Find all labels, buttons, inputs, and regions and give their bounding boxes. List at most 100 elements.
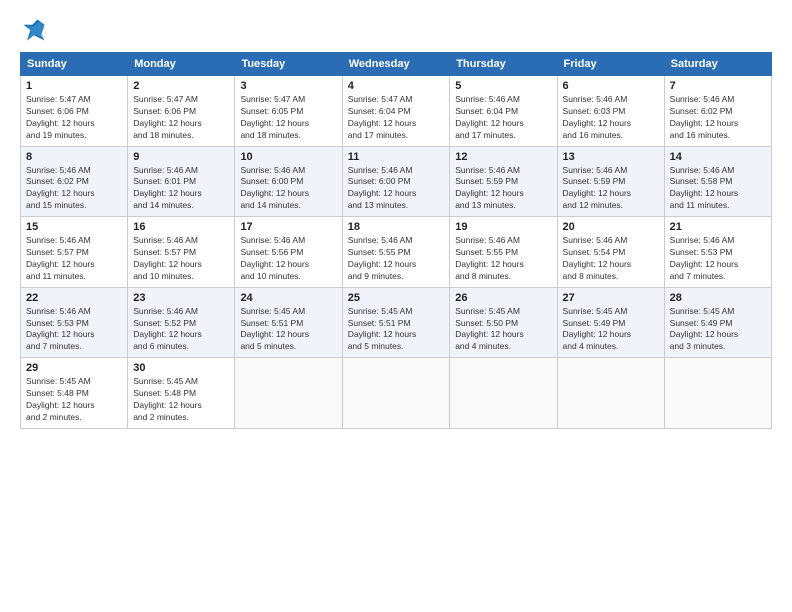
day-detail: Sunrise: 5:46 AM Sunset: 5:55 PM Dayligh… [455,235,551,283]
day-number: 16 [133,221,229,233]
day-number: 21 [670,221,766,233]
calendar-week-2: 8 Sunrise: 5:46 AM Sunset: 6:02 PM Daylig… [21,146,772,217]
day-detail: Sunrise: 5:45 AM Sunset: 5:49 PM Dayligh… [563,306,659,354]
day-number: 28 [670,292,766,304]
page-container: SundayMondayTuesdayWednesdayThursdayFrid… [0,0,792,439]
day-detail: Sunrise: 5:46 AM Sunset: 5:54 PM Dayligh… [563,235,659,283]
col-header-saturday: Saturday [664,53,771,76]
header [20,16,772,44]
day-detail: Sunrise: 5:47 AM Sunset: 6:04 PM Dayligh… [348,94,445,142]
calendar-cell: 21 Sunrise: 5:46 AM Sunset: 5:53 PM Dayli… [664,217,771,288]
calendar-cell: 28 Sunrise: 5:45 AM Sunset: 5:49 PM Dayli… [664,287,771,358]
day-detail: Sunrise: 5:46 AM Sunset: 5:52 PM Dayligh… [133,306,229,354]
calendar-cell: 12 Sunrise: 5:46 AM Sunset: 5:59 PM Dayli… [450,146,557,217]
calendar-cell [557,358,664,429]
day-number: 19 [455,221,551,233]
calendar-cell: 27 Sunrise: 5:45 AM Sunset: 5:49 PM Dayli… [557,287,664,358]
col-header-monday: Monday [128,53,235,76]
calendar-cell: 16 Sunrise: 5:46 AM Sunset: 5:57 PM Dayli… [128,217,235,288]
calendar-week-3: 15 Sunrise: 5:46 AM Sunset: 5:57 PM Dayli… [21,217,772,288]
day-number: 20 [563,221,659,233]
day-detail: Sunrise: 5:45 AM Sunset: 5:49 PM Dayligh… [670,306,766,354]
day-detail: Sunrise: 5:47 AM Sunset: 6:05 PM Dayligh… [240,94,336,142]
day-detail: Sunrise: 5:45 AM Sunset: 5:51 PM Dayligh… [348,306,445,354]
day-detail: Sunrise: 5:46 AM Sunset: 5:58 PM Dayligh… [670,165,766,213]
day-number: 23 [133,292,229,304]
day-detail: Sunrise: 5:45 AM Sunset: 5:51 PM Dayligh… [240,306,336,354]
calendar-cell: 14 Sunrise: 5:46 AM Sunset: 5:58 PM Dayli… [664,146,771,217]
day-number: 5 [455,80,551,92]
day-detail: Sunrise: 5:46 AM Sunset: 5:53 PM Dayligh… [670,235,766,283]
day-number: 15 [26,221,122,233]
day-number: 1 [26,80,122,92]
day-detail: Sunrise: 5:46 AM Sunset: 5:55 PM Dayligh… [348,235,445,283]
calendar-cell: 19 Sunrise: 5:46 AM Sunset: 5:55 PM Dayli… [450,217,557,288]
day-detail: Sunrise: 5:47 AM Sunset: 6:06 PM Dayligh… [26,94,122,142]
calendar-cell: 7 Sunrise: 5:46 AM Sunset: 6:02 PM Daylig… [664,76,771,147]
day-number: 12 [455,151,551,163]
day-number: 24 [240,292,336,304]
calendar-cell: 30 Sunrise: 5:45 AM Sunset: 5:48 PM Dayli… [128,358,235,429]
day-number: 2 [133,80,229,92]
logo [20,16,52,44]
calendar-cell: 26Sunrise: 5:45 AM Sunset: 5:50 PM Dayli… [450,287,557,358]
col-header-tuesday: Tuesday [235,53,342,76]
calendar-cell [342,358,450,429]
day-detail: Sunrise: 5:47 AM Sunset: 6:06 PM Dayligh… [133,94,229,142]
calendar-cell: 11Sunrise: 5:46 AM Sunset: 6:00 PM Dayli… [342,146,450,217]
logo-icon [20,16,48,44]
day-number: 30 [133,362,229,374]
day-number: 9 [133,151,229,163]
calendar-cell: 3 Sunrise: 5:47 AM Sunset: 6:05 PM Daylig… [235,76,342,147]
day-number: 8 [26,151,122,163]
col-header-friday: Friday [557,53,664,76]
day-detail: Sunrise: 5:46 AM Sunset: 5:59 PM Dayligh… [563,165,659,213]
day-number: 29 [26,362,122,374]
col-header-sunday: Sunday [21,53,128,76]
calendar-cell [664,358,771,429]
day-number: 25 [348,292,445,304]
calendar-cell: 10 Sunrise: 5:46 AM Sunset: 6:00 PM Dayli… [235,146,342,217]
day-detail: Sunrise: 5:46 AM Sunset: 6:02 PM Dayligh… [670,94,766,142]
calendar-cell: 8 Sunrise: 5:46 AM Sunset: 6:02 PM Daylig… [21,146,128,217]
day-number: 26 [455,292,551,304]
calendar-week-5: 29 Sunrise: 5:45 AM Sunset: 5:48 PM Dayli… [21,358,772,429]
day-detail: Sunrise: 5:45 AM Sunset: 5:48 PM Dayligh… [133,376,229,424]
calendar-cell: 22Sunrise: 5:46 AM Sunset: 5:53 PM Dayli… [21,287,128,358]
day-number: 7 [670,80,766,92]
day-detail: Sunrise: 5:45 AM Sunset: 5:48 PM Dayligh… [26,376,122,424]
day-number: 3 [240,80,336,92]
day-detail: Sunrise: 5:46 AM Sunset: 6:02 PM Dayligh… [26,165,122,213]
calendar-week-1: 1 Sunrise: 5:47 AM Sunset: 6:06 PM Daylig… [21,76,772,147]
day-number: 27 [563,292,659,304]
calendar-cell: 23 Sunrise: 5:46 AM Sunset: 5:52 PM Dayli… [128,287,235,358]
calendar-cell: 15Sunrise: 5:46 AM Sunset: 5:57 PM Dayli… [21,217,128,288]
calendar-cell: 4 Sunrise: 5:47 AM Sunset: 6:04 PM Daylig… [342,76,450,147]
day-number: 22 [26,292,122,304]
day-detail: Sunrise: 5:46 AM Sunset: 5:59 PM Dayligh… [455,165,551,213]
day-number: 4 [348,80,445,92]
calendar-cell: 6 Sunrise: 5:46 AM Sunset: 6:03 PM Daylig… [557,76,664,147]
day-number: 14 [670,151,766,163]
col-header-wednesday: Wednesday [342,53,450,76]
day-number: 17 [240,221,336,233]
day-number: 18 [348,221,445,233]
calendar-cell: 1 Sunrise: 5:47 AM Sunset: 6:06 PM Daylig… [21,76,128,147]
day-detail: Sunrise: 5:46 AM Sunset: 6:01 PM Dayligh… [133,165,229,213]
col-header-thursday: Thursday [450,53,557,76]
calendar-cell: 24 Sunrise: 5:45 AM Sunset: 5:51 PM Dayli… [235,287,342,358]
day-detail: Sunrise: 5:46 AM Sunset: 5:57 PM Dayligh… [133,235,229,283]
calendar-cell [450,358,557,429]
day-number: 13 [563,151,659,163]
calendar-cell: 13 Sunrise: 5:46 AM Sunset: 5:59 PM Dayli… [557,146,664,217]
calendar-week-4: 22Sunrise: 5:46 AM Sunset: 5:53 PM Dayli… [21,287,772,358]
day-detail: Sunrise: 5:46 AM Sunset: 6:00 PM Dayligh… [240,165,336,213]
day-number: 10 [240,151,336,163]
calendar-header-row: SundayMondayTuesdayWednesdayThursdayFrid… [21,53,772,76]
day-detail: Sunrise: 5:46 AM Sunset: 5:56 PM Dayligh… [240,235,336,283]
calendar-cell: 20 Sunrise: 5:46 AM Sunset: 5:54 PM Dayli… [557,217,664,288]
day-detail: Sunrise: 5:46 AM Sunset: 6:03 PM Dayligh… [563,94,659,142]
day-number: 6 [563,80,659,92]
calendar-cell: 9 Sunrise: 5:46 AM Sunset: 6:01 PM Daylig… [128,146,235,217]
calendar-cell [235,358,342,429]
